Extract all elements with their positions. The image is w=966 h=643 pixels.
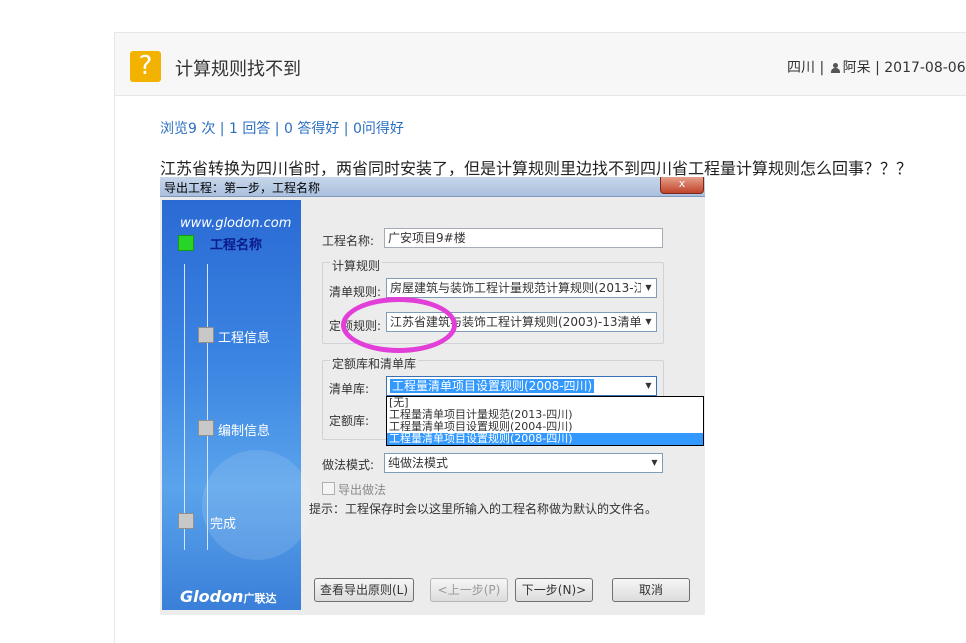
region-link[interactable]: 四川 — [787, 60, 815, 76]
question-body: 江苏省转换为四川省时，两省同时安装了，但是计算规则里边找不到四川省工程量计算规则… — [160, 159, 913, 178]
good-answers-count: 0 答得好 — [283, 121, 340, 137]
list-lib-select[interactable]: 工程量清单项目设置规则(2008-四川) ▼ — [386, 376, 657, 396]
views-count: 浏览9 次 — [160, 121, 216, 137]
question-title: 计算规则找不到 — [175, 59, 301, 80]
chevron-down-icon[interactable]: ▼ — [641, 377, 656, 395]
glodon-url: www.glodon.com — [180, 216, 292, 231]
dialog-title: 导出工程：第一步，工程名称 — [164, 181, 321, 195]
wizard-sidebar: www.glodon.com 工程名称 工程信息 编制信息 完成 Glodon广… — [162, 200, 312, 610]
cancel-button[interactable]: 取消 — [612, 578, 690, 602]
prev-button[interactable]: <上一步(P) — [430, 578, 508, 602]
question-meta: 四川 | 阿呆 | 2017-08-06 — [787, 60, 966, 76]
library-group-label: 定额库和清单库 — [330, 355, 419, 372]
export-method-label: 导出做法 — [338, 483, 387, 497]
project-name-label: 工程名称: — [322, 234, 375, 248]
quota-lib-label: 定额库: — [329, 414, 370, 428]
calc-rules-group-label: 计算规则 — [330, 257, 383, 274]
export-method-checkbox[interactable] — [322, 482, 335, 495]
close-button[interactable]: x — [660, 177, 704, 194]
question-mark-icon: ? — [130, 51, 161, 82]
list-lib-dropdown: [无] 工程量清单项目计量规范(2013-四川) 工程量清单项目设置规则(200… — [386, 396, 704, 446]
step-indicator-active — [178, 235, 194, 251]
step-indicator — [178, 513, 194, 529]
question-stats: 浏览9 次 | 1 回答 | 0 答得好 | 0问得好 — [160, 121, 404, 137]
list-rule-select[interactable]: 房屋建筑与装饰工程计量规范计算规则(2013-江 ▼ — [386, 278, 657, 298]
step-project-name: 工程名称 — [210, 238, 263, 253]
chevron-down-icon[interactable]: ▼ — [641, 279, 656, 297]
dropdown-option-selected[interactable]: 工程量清单项目设置规则(2008-四川) — [387, 433, 703, 445]
method-select[interactable]: 纯做法模式 ▼ — [384, 453, 663, 473]
steps-connector — [184, 264, 208, 550]
good-questions-count: 0问得好 — [352, 121, 404, 137]
author-link[interactable]: 阿呆 — [843, 60, 871, 76]
chevron-down-icon[interactable]: ▼ — [647, 454, 662, 472]
step-indicator — [198, 327, 214, 343]
hint-text: 提示：工程保存时会以这里所输入的工程名称做为默认的文件名。 — [309, 502, 658, 516]
method-label: 做法模式: — [322, 458, 375, 472]
next-button[interactable]: 下一步(N)> — [515, 578, 593, 602]
view-rules-button[interactable]: 查看导出原则(L) — [314, 578, 414, 602]
step-indicator — [198, 420, 214, 436]
dialog-titlebar: 导出工程：第一步，工程名称 x — [160, 177, 705, 197]
sidebar-decoration — [202, 450, 312, 560]
step-project-info: 工程信息 — [218, 331, 271, 346]
glodon-logo: Glodon广联达 — [180, 587, 277, 606]
post-date: 2017-08-06 — [884, 60, 966, 76]
project-name-input[interactable]: 广安项目9#楼 — [384, 228, 663, 248]
step-finish: 完成 — [210, 517, 237, 532]
list-lib-label: 清单库: — [329, 382, 370, 396]
answers-count[interactable]: 1 回答 — [229, 121, 270, 137]
highlight-circle — [341, 297, 457, 353]
list-rule-label: 清单规则: — [329, 285, 382, 299]
chevron-down-icon[interactable]: ▼ — [641, 313, 656, 331]
user-icon — [830, 63, 840, 73]
step-compile-info: 编制信息 — [218, 424, 271, 439]
